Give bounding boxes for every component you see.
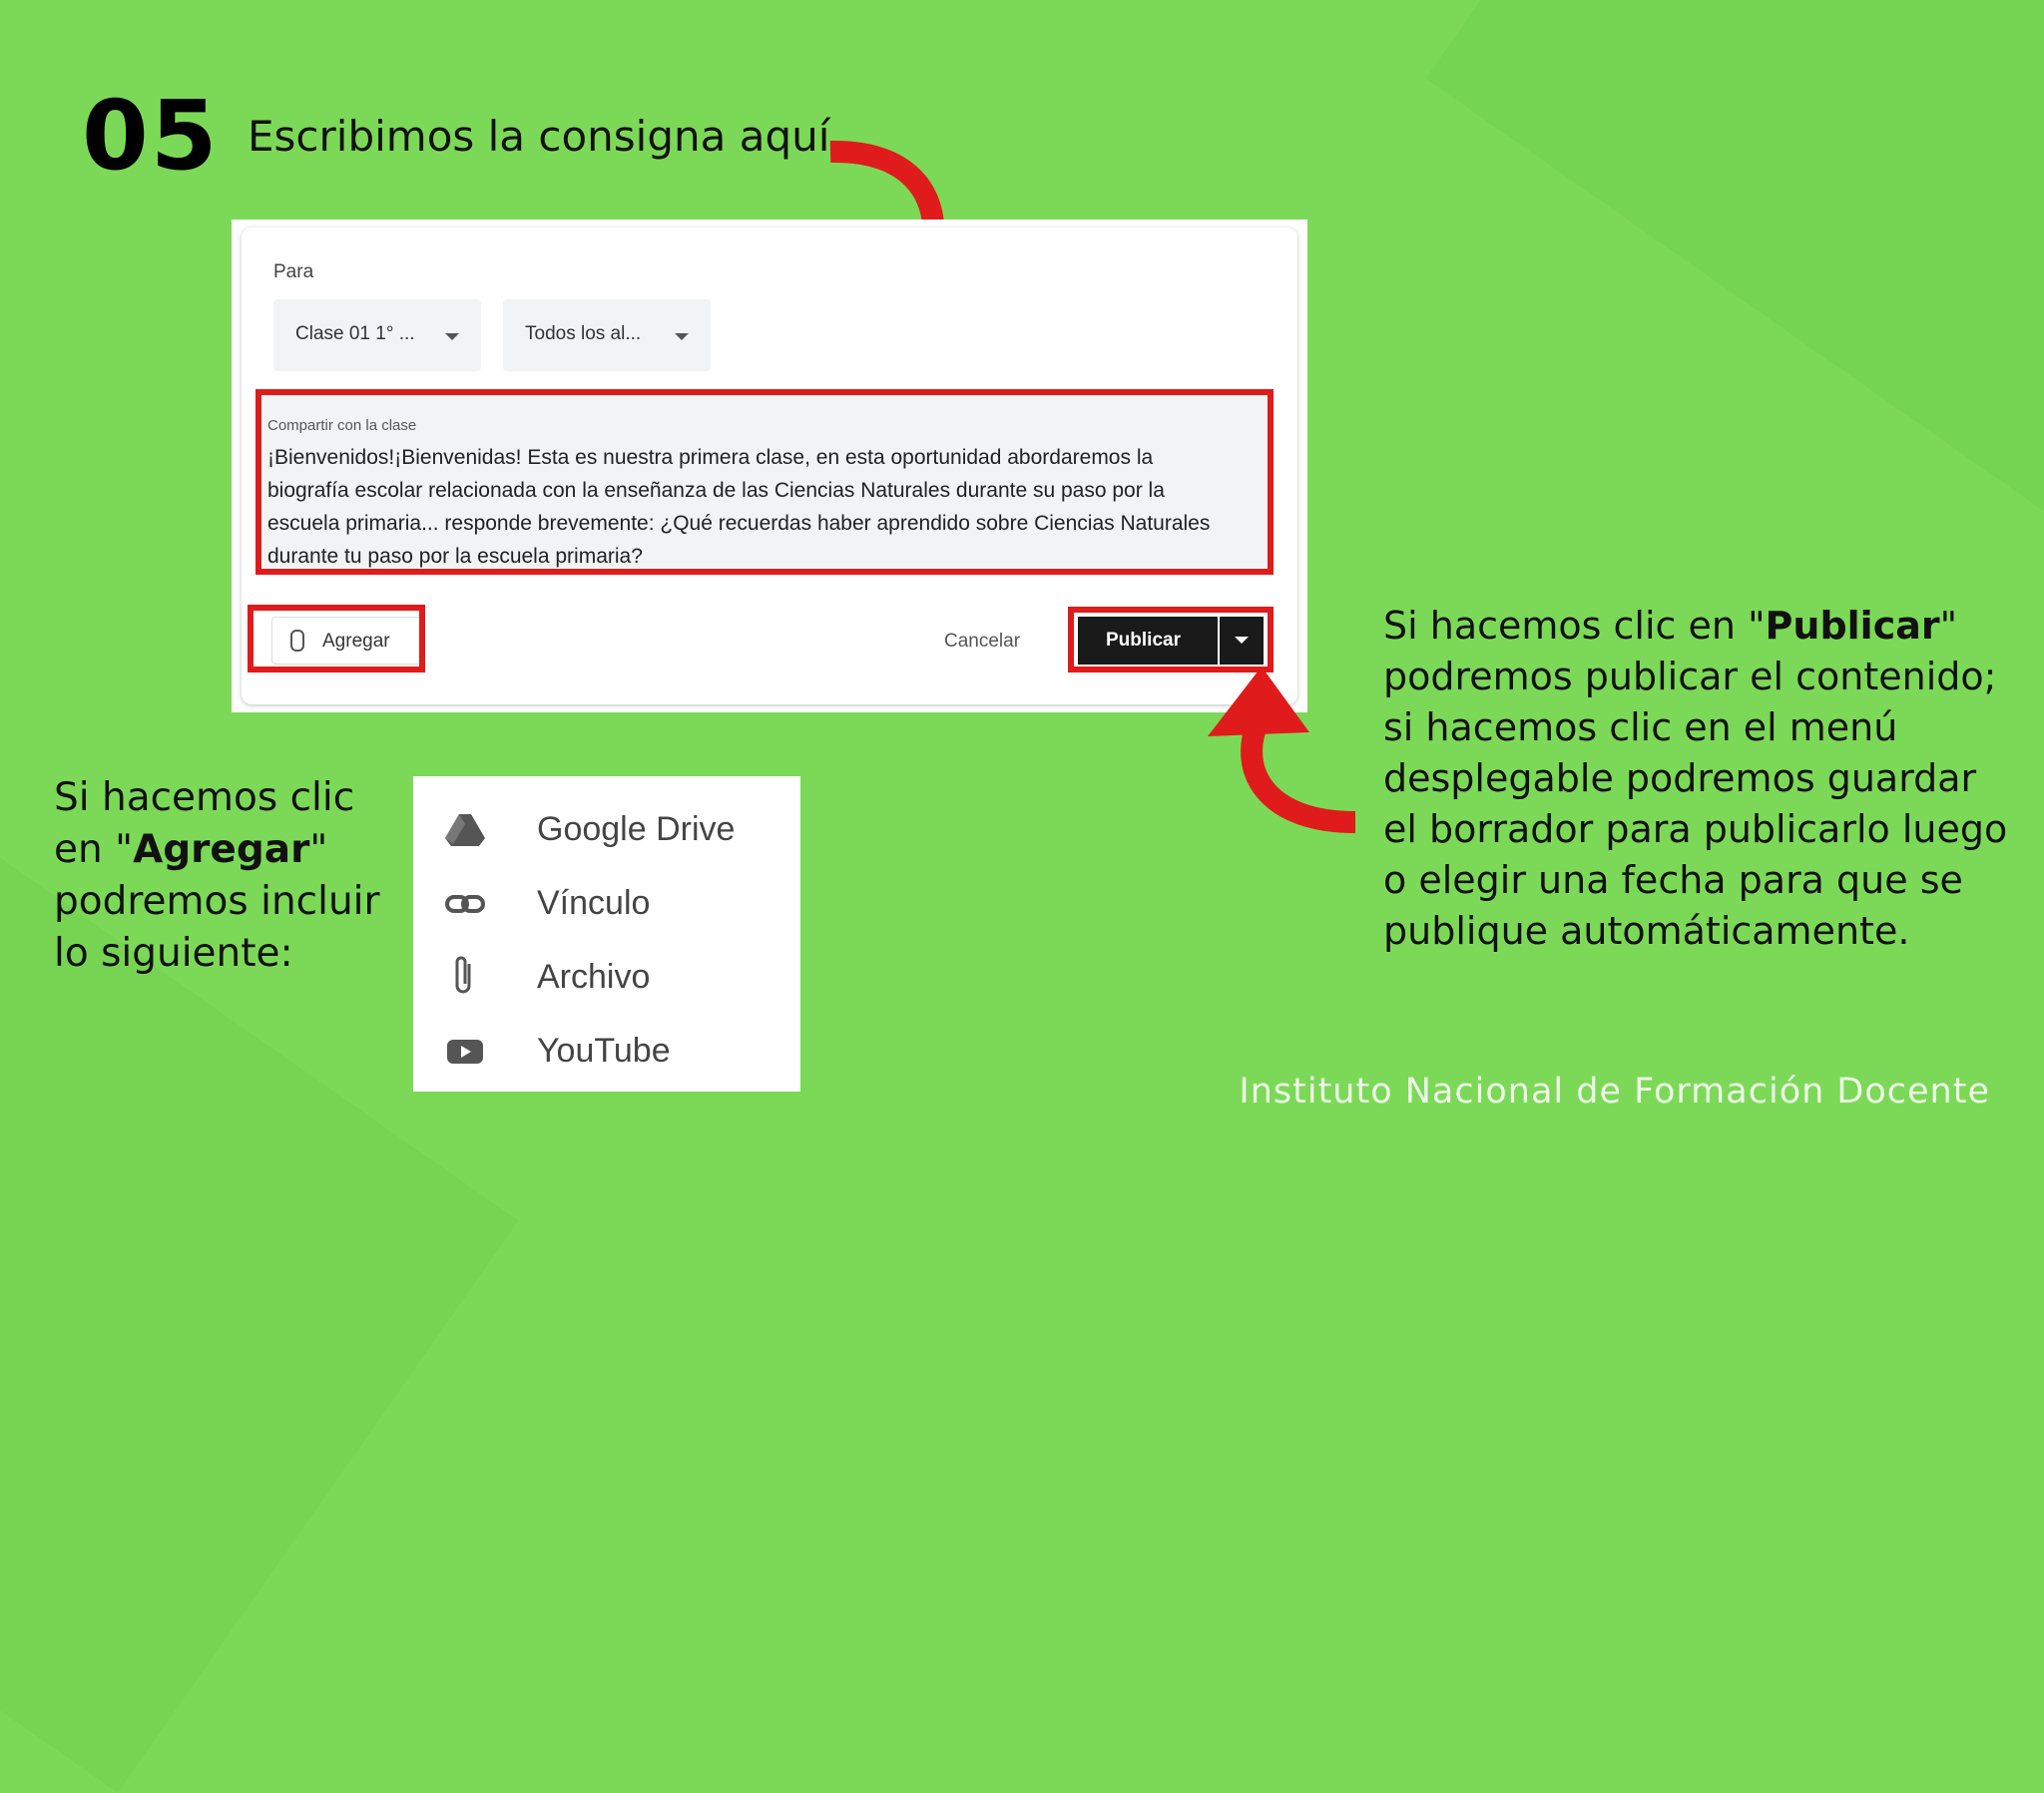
menu-item-link[interactable]: Vínculo xyxy=(413,866,800,940)
chevron-down-icon xyxy=(445,333,459,340)
paperclip-icon xyxy=(455,956,471,994)
attachment-menu: Google Drive Vínculo Archivo YouTube xyxy=(413,776,800,1092)
publish-dropdown-button[interactable] xyxy=(1220,617,1264,665)
menu-item-file[interactable]: Archivo xyxy=(413,940,800,1014)
chevron-down-icon xyxy=(675,333,689,340)
google-drive-icon xyxy=(445,814,485,846)
paperclip-icon xyxy=(290,630,304,652)
class-select[interactable]: Clase 01 1° ... xyxy=(273,299,481,371)
publish-button-label: Publicar xyxy=(1106,630,1181,651)
right-caption: Si hacemos clic en "Publicar" podremos p… xyxy=(1383,601,2022,957)
cancel-button[interactable]: Cancelar xyxy=(944,631,1020,653)
arrow-up-icon xyxy=(1208,667,1356,833)
left-caption: Si hacemos clic en "Agregar" podremos in… xyxy=(54,772,413,980)
chevron-down-icon xyxy=(1235,637,1249,644)
step-number: 05 xyxy=(82,80,220,192)
menu-item-label: Vínculo xyxy=(537,884,651,922)
left-caption-bold: Agregar xyxy=(133,827,310,872)
menu-item-label: Archivo xyxy=(537,958,651,996)
headline: Escribimos la consigna aquí... xyxy=(248,112,870,161)
students-select-value: Todos los al... xyxy=(525,323,642,344)
para-label: Para xyxy=(273,261,314,282)
right-caption-bold: Publicar xyxy=(1765,604,1940,648)
menu-item-label: YouTube xyxy=(537,1032,671,1070)
publish-button[interactable]: Publicar xyxy=(1078,617,1218,665)
add-button-label: Agregar xyxy=(322,631,390,652)
youtube-icon xyxy=(447,1040,483,1064)
right-caption-text: Si hacemos clic en " xyxy=(1383,604,1766,648)
add-button[interactable]: Agregar xyxy=(271,617,421,665)
classroom-post-form: Para Clase 01 1° ... Todos los al... Com… xyxy=(232,220,1307,712)
footer-credit: Instituto Nacional de Formación Docente xyxy=(1239,1072,1990,1112)
menu-item-google-drive[interactable]: Google Drive xyxy=(413,792,800,866)
menu-item-label: Google Drive xyxy=(537,810,736,848)
class-select-value: Clase 01 1° ... xyxy=(295,323,415,344)
right-caption-text-end: " podremos publicar el contenido; si hac… xyxy=(1383,604,2008,953)
share-text[interactable]: ¡Bienvenidos!¡Bienvenidas! Esta es nuest… xyxy=(267,441,1236,573)
background-stripe xyxy=(1425,0,2044,594)
students-select[interactable]: Todos los al... xyxy=(503,299,711,371)
share-label: Compartir con la clase xyxy=(267,417,417,434)
menu-item-youtube[interactable]: YouTube xyxy=(413,1014,800,1088)
link-icon xyxy=(445,895,485,913)
